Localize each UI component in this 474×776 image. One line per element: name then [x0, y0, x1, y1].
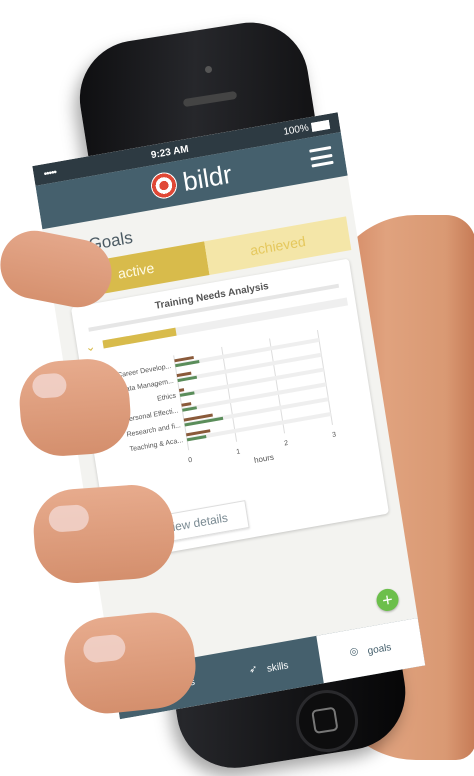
target-icon: ◎: [348, 645, 360, 659]
y-tick-label: Research and fi...: [126, 422, 181, 438]
app-name: bildr: [180, 158, 234, 197]
tab-goals[interactable]: ◎ goals: [315, 617, 426, 684]
x-tick-label: 1: [236, 448, 241, 456]
grid-line: [316, 329, 333, 425]
chart-bar: [181, 402, 192, 407]
x-axis-label: hours: [253, 453, 274, 465]
clock: 9:23 AM: [150, 143, 190, 161]
finger-2: [30, 482, 178, 586]
tab-goals-label: goals: [366, 641, 393, 657]
chart-bar: [178, 388, 185, 392]
view-details-label: view details: [165, 510, 229, 536]
chevron-down-icon[interactable]: ⌄: [84, 339, 96, 355]
progress-fill: [102, 327, 178, 349]
row-track: [177, 352, 322, 383]
tab-skills-label: skills: [266, 659, 290, 675]
add-goal-button[interactable]: +: [374, 587, 401, 613]
menu-line: [310, 153, 333, 161]
battery-icon: [310, 119, 331, 132]
row-track: [181, 382, 327, 412]
x-tick-label: 0: [188, 457, 193, 465]
photo-scene: ••••• 9:23 AM 100% bildr My Goals active…: [0, 0, 474, 776]
grid-line: [269, 338, 286, 434]
y-tick-label: Personal Effecti...: [124, 407, 179, 423]
y-tick-label: Ethics: [157, 393, 177, 403]
x-tick-label: 2: [284, 440, 289, 448]
target-icon: [149, 170, 180, 201]
signal-indicator: •••••: [42, 166, 57, 180]
app-logo: bildr: [149, 158, 234, 203]
battery-percent: 100%: [282, 122, 310, 138]
hamburger-menu-button[interactable]: [309, 145, 334, 168]
x-tick-label: 3: [332, 431, 337, 439]
finger-1: [16, 356, 134, 459]
menu-line: [309, 145, 332, 153]
home-square-icon: [311, 706, 339, 735]
front-camera: [205, 66, 212, 73]
y-tick-label: Teaching & Aca...: [129, 437, 183, 453]
bow-arrow-icon: ➶: [248, 663, 259, 676]
y-tick-label: Career Develop...: [117, 363, 172, 379]
menu-line: [311, 160, 334, 168]
row-track: [186, 412, 332, 442]
grid-line: [221, 346, 238, 442]
row-track: [179, 367, 325, 397]
